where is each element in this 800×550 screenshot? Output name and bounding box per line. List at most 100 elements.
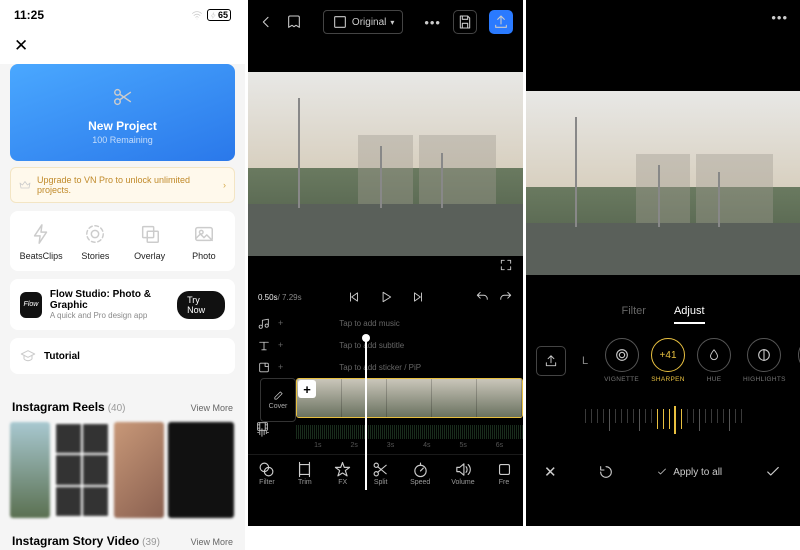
tool-stories[interactable]: Stories [68, 223, 122, 261]
tool-freeze[interactable]: Fre [496, 461, 513, 486]
speed-icon [412, 461, 429, 478]
redo-icon[interactable] [499, 290, 513, 304]
reels-carousel[interactable] [10, 422, 235, 518]
tool-beatsclips[interactable]: BeatsClips [14, 223, 68, 261]
sticker-icon [256, 361, 272, 374]
audio-track[interactable] [248, 422, 523, 442]
tutorial-label: Tutorial [44, 351, 80, 362]
save-button[interactable] [453, 10, 477, 34]
tool-volume[interactable]: Volume [451, 461, 474, 486]
tool-split[interactable]: Split [372, 461, 389, 486]
reels-view-more[interactable]: View More [191, 403, 233, 413]
param-l[interactable]: L [578, 345, 592, 377]
droplet-icon [707, 348, 721, 362]
more-icon[interactable]: ••• [771, 10, 788, 25]
cover-button[interactable]: Cover [260, 378, 296, 422]
fullscreen-icon[interactable] [499, 258, 513, 272]
music-icon [256, 317, 272, 330]
timecode: 0.50s/ 7.29s [258, 293, 302, 302]
tool-overlay[interactable]: Overlay [123, 223, 177, 261]
back-icon[interactable] [258, 14, 274, 30]
confirm-button[interactable] [764, 463, 782, 481]
flow-title: Flow Studio: Photo & Graphic [50, 289, 169, 311]
export-button[interactable] [489, 10, 513, 34]
tool-photo[interactable]: Photo [177, 223, 231, 261]
playhead[interactable] [365, 338, 367, 490]
ratio-icon [332, 14, 348, 30]
bookmark-icon[interactable] [286, 14, 302, 30]
tab-adjust[interactable]: Adjust [674, 305, 705, 324]
tool-filter[interactable]: Filter [258, 461, 275, 486]
apply-all-label: Apply to all [673, 467, 722, 478]
flow-studio-promo[interactable]: Flow Flow Studio: Photo & Graphic A quic… [10, 279, 235, 330]
flow-logo-icon: Flow [20, 292, 42, 318]
value-slider[interactable] [526, 395, 800, 445]
close-icon[interactable]: ✕ [14, 36, 28, 55]
cancel-button[interactable]: ✕ [544, 463, 557, 481]
sharpen-value: +41 [660, 350, 677, 361]
video-track[interactable]: Cover + [248, 378, 523, 422]
adjustment-parameters: L VIGNETTE +41 SHARPEN HUE HIGHLIGHTS SH… [526, 324, 800, 387]
tutorial-card[interactable]: Tutorial [10, 338, 235, 374]
split-icon [372, 461, 389, 478]
transport-controls: 0.50s/ 7.29s [248, 286, 523, 308]
video-preview[interactable] [526, 91, 800, 275]
flow-desc: A quick and Pro design app [50, 311, 169, 320]
overlay-icon [139, 223, 161, 245]
adjust-screen: ••• Filter Adjust L VIGNETTE +41 SHARPEN… [526, 0, 800, 526]
apply-to-all-toggle[interactable]: Apply to all [656, 466, 722, 478]
clip-strip[interactable] [296, 378, 523, 418]
status-time: 11:25 [14, 8, 44, 22]
reels-header: Instagram Reels(40) View More [12, 398, 233, 416]
aspect-ratio-selector[interactable]: Original ▾ [323, 10, 403, 34]
freeze-icon [496, 461, 513, 478]
play-icon[interactable] [379, 290, 393, 304]
pencil-icon [273, 390, 284, 401]
next-frame-icon[interactable] [411, 290, 425, 304]
more-icon[interactable]: ••• [424, 15, 441, 30]
tool-fx[interactable]: FX [334, 461, 351, 486]
reel-thumbnail[interactable] [114, 422, 164, 518]
prev-frame-icon[interactable] [347, 290, 361, 304]
reel-thumbnail[interactable] [54, 422, 110, 518]
battery-indicator: 65 [207, 9, 231, 21]
volume-icon [454, 461, 471, 478]
bolt-icon [30, 223, 52, 245]
param-vignette[interactable]: VIGNETTE [604, 338, 639, 383]
upgrade-text: Upgrade to VN Pro to unlock unlimited pr… [37, 175, 226, 195]
stories-icon [84, 223, 106, 245]
timeline-tracks: + Tap to add music + Tap to add subtitle… [248, 308, 523, 454]
subtitle-hint: Tap to add subtitle [339, 341, 404, 350]
add-clip-button[interactable]: + [298, 380, 316, 398]
waveform-icon [256, 426, 269, 439]
reset-icon[interactable] [598, 464, 614, 480]
undo-icon[interactable] [475, 290, 489, 304]
try-now-button[interactable]: Try Now [177, 291, 225, 319]
status-bar: 11:25 65 [0, 0, 245, 30]
tool-speed[interactable]: Speed [410, 461, 430, 486]
param-highlights[interactable]: HIGHLIGHTS [743, 338, 786, 383]
video-preview[interactable] [248, 72, 523, 256]
param-sharpen[interactable]: +41 SHARPEN [651, 338, 685, 383]
reel-thumbnail[interactable] [10, 422, 50, 518]
reel-thumbnail[interactable] [168, 422, 234, 518]
param-hue[interactable]: HUE [697, 338, 731, 383]
music-track[interactable]: + Tap to add music [248, 312, 523, 334]
editor-screen: Original ▾ ••• 0.50s/ 7.29s + Tap to add… [248, 0, 523, 526]
story-title: Instagram Story Video [12, 534, 139, 548]
text-icon [256, 339, 272, 352]
sticker-track[interactable]: + Tap to add sticker / PiP [248, 356, 523, 378]
story-view-more[interactable]: View More [191, 537, 233, 547]
slider-cursor [674, 406, 676, 434]
subtitle-track[interactable]: + Tap to add subtitle [248, 334, 523, 356]
story-count: (39) [142, 537, 160, 548]
ratio-label: Original [352, 17, 386, 28]
upgrade-banner[interactable]: Upgrade to VN Pro to unlock unlimited pr… [10, 167, 235, 203]
export-settings-button[interactable] [536, 346, 566, 376]
new-project-card[interactable]: New Project 100 Remaining [10, 64, 235, 161]
tool-trim[interactable]: Trim [296, 461, 313, 486]
story-header: Instagram Story Video(39) View More [12, 532, 233, 550]
tab-filter[interactable]: Filter [621, 305, 645, 324]
adjust-tabs: Filter Adjust [526, 305, 800, 324]
chevron-down-icon: ▾ [390, 18, 394, 27]
